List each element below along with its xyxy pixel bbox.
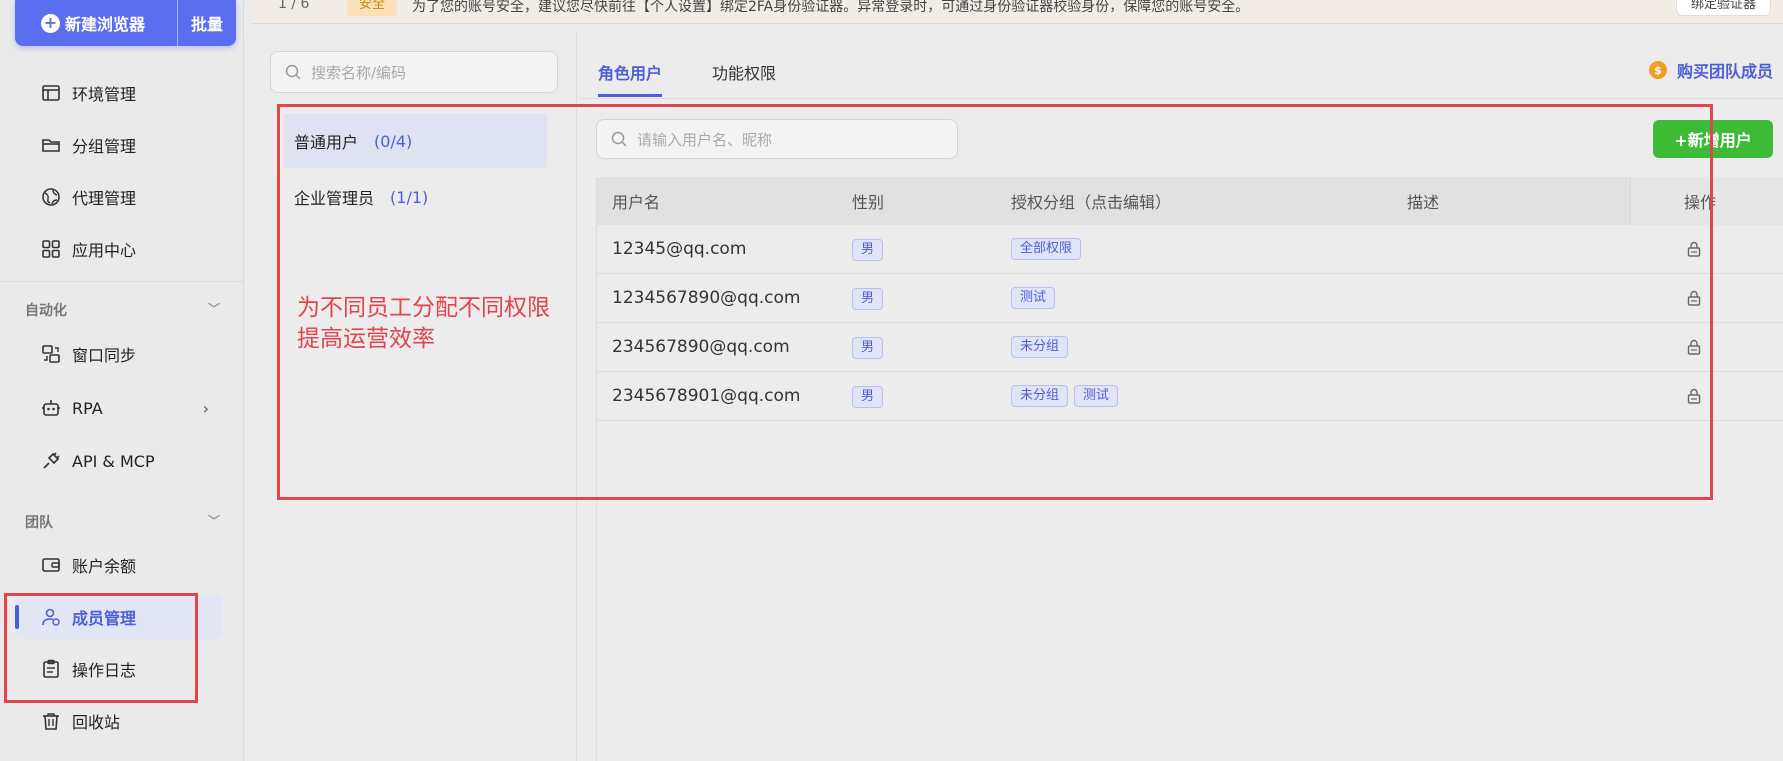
window-sync-icon [40, 343, 62, 365]
sidebar-item-label: 环境管理 [72, 85, 137, 104]
role-search-placeholder: 搜索名称/编码 [311, 63, 407, 82]
tab-role-users[interactable]: 角色用户 [598, 60, 663, 97]
new-browser-button[interactable]: + 新建浏览器 [15, 0, 177, 46]
highlight-box-main [277, 104, 1713, 500]
sidebar-item-app-center[interactable]: 应用中心 [15, 227, 223, 271]
banner-message: 为了您的账号安全，建议您尽快前往【个人设置】绑定2FA身份验证器。异常登录时，可… [412, 0, 1250, 15]
sidebar-item-label: API & MCP [72, 451, 155, 471]
new-browser-label: 新建浏览器 [65, 15, 146, 34]
sidebar-item-proxy[interactable]: 代理管理 [15, 175, 223, 219]
tab-divider [580, 98, 1783, 99]
search-icon [285, 64, 301, 80]
section-team-label: 团队 [25, 515, 53, 531]
chevron-right-icon: › [202, 398, 209, 418]
bind-authenticator-button[interactable]: 绑定验证器 [1675, 0, 1771, 16]
batch-button[interactable]: 批量 [178, 11, 236, 35]
globe-icon [40, 186, 62, 208]
plus-circle-icon: + [41, 13, 60, 33]
sidebar-item-groups[interactable]: 分组管理 [15, 123, 223, 167]
banner-index: 1 / 6 [278, 0, 310, 12]
wallet-icon [40, 554, 62, 576]
coin-icon: $ [1648, 61, 1667, 79]
folder-icon [40, 134, 62, 156]
chevron-down-icon: ﹀ [208, 514, 221, 528]
buy-team-members-label: 购买团队成员 [1676, 62, 1773, 81]
security-banner: 1 / 6 安全 为了您的账号安全，建议您尽快前往【个人设置】绑定2FA身份验证… [252, 0, 1783, 24]
highlight-box-sidebar [4, 593, 198, 703]
sidebar-item-label: 账户余额 [72, 557, 137, 576]
apps-grid-icon [40, 238, 62, 260]
browser-window-icon [40, 82, 62, 104]
trash-icon [40, 710, 62, 732]
sidebar-item-label: 回收站 [72, 713, 121, 732]
tab-function-permissions[interactable]: 功能权限 [712, 60, 776, 97]
sidebar-item-label: 分组管理 [72, 137, 137, 156]
sidebar-item-environment[interactable]: 环境管理 [15, 71, 223, 115]
plug-icon [40, 450, 62, 472]
sidebar-divider [0, 281, 244, 282]
buy-team-members-link[interactable]: $ 购买团队成员 [1648, 58, 1773, 82]
sidebar-item-label: 应用中心 [72, 241, 137, 260]
robot-icon [40, 397, 62, 419]
chevron-down-icon: ﹀ [208, 302, 221, 316]
sidebar-item-balance[interactable]: 账户余额 [15, 543, 223, 587]
sidebar-item-trash[interactable]: 回收站 [15, 699, 223, 743]
sidebar-item-label: 窗口同步 [72, 346, 137, 365]
section-automation-label: 自动化 [25, 303, 67, 319]
tab-bar: 角色用户 功能权限 [598, 60, 826, 97]
banner-tag: 安全 [347, 0, 398, 16]
sidebar-item-label: RPA [72, 398, 103, 418]
role-search-input[interactable]: 搜索名称/编码 [270, 51, 558, 93]
sidebar-item-window-sync[interactable]: 窗口同步 [15, 332, 223, 376]
new-browser-button-group: + 新建浏览器 批量 [15, 0, 236, 46]
sidebar-item-rpa[interactable]: RPA › [15, 386, 223, 430]
section-team[interactable]: 团队 ﹀ [25, 512, 220, 532]
sidebar-item-label: 代理管理 [72, 189, 137, 208]
sidebar-item-api-mcp[interactable]: API & MCP [15, 439, 223, 483]
section-automation[interactable]: 自动化 ﹀ [25, 300, 220, 320]
